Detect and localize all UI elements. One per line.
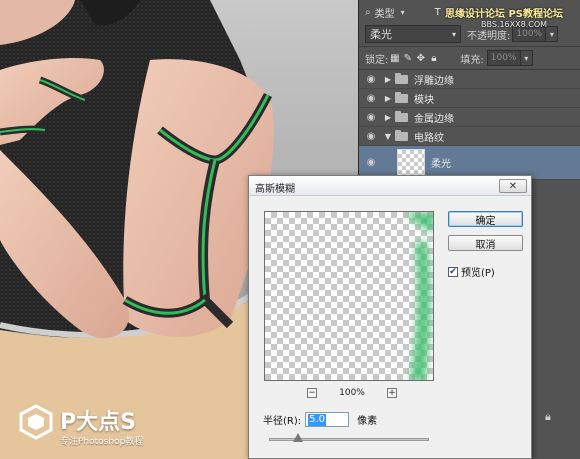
layer-lock-icon: 🔒︎ (545, 410, 551, 423)
expand-triangle-icon[interactable]: ▶ (383, 94, 393, 103)
search-icon[interactable]: ⌕ (365, 7, 371, 18)
blend-mode-dropdown[interactable]: 柔光 ▾ (365, 25, 461, 43)
expand-triangle-icon[interactable]: ▶ (383, 113, 393, 122)
lock-brush-icon[interactable]: ✎ (401, 53, 414, 64)
layer-row[interactable]: ◉ ▶ 金属边缘 (359, 108, 580, 127)
brand-tagline: 专注Photoshop教程 (60, 437, 144, 447)
radius-value: 5.0 (308, 413, 327, 426)
folder-open-icon (395, 129, 408, 141)
lock-row: 锁定: ▦ ✎ ✥ 🔒︎ 填充: 100% ▾ (359, 49, 580, 67)
visibility-eye-icon[interactable]: ◉ (359, 131, 383, 142)
lock-transparent-icon[interactable]: ▦ (388, 53, 401, 64)
radius-label: 半径(R): (263, 416, 302, 427)
zoom-controls: − 100% + (307, 386, 397, 400)
layer-filter-row: ⌕ 类型 ▾ T 思缘设计论坛 PS教程论坛 (359, 3, 580, 21)
preview-label: 预览(P) (461, 268, 495, 279)
preview-checkbox[interactable]: ✔ 预览(P) (448, 264, 495, 279)
visibility-eye-icon[interactable]: ◉ (359, 93, 383, 104)
layer-thumbnail (397, 148, 425, 177)
filter-kind-label[interactable]: 类型 (375, 5, 395, 20)
collapse-triangle-icon[interactable]: ▼ (383, 132, 393, 141)
layer-name: 模块 (414, 94, 434, 106)
layer-name: 金属边缘 (414, 113, 454, 125)
fill-label: 填充: (460, 54, 484, 66)
checkbox-check-icon[interactable]: ✔ (448, 266, 458, 277)
fill-dropdown-icon[interactable]: ▾ (520, 50, 533, 66)
layer-row[interactable]: ◉ ▼ 电路纹 (359, 127, 580, 146)
blend-row: 柔光 ▾ 不透明度: 100% ▾ BBS.16XX8.COM (359, 20, 580, 44)
folder-icon (395, 91, 408, 103)
text-filter-icon[interactable]: T (435, 7, 441, 18)
visibility-eye-icon[interactable]: ◉ (359, 74, 383, 85)
chevron-down-icon[interactable]: ▾ (401, 8, 405, 17)
layer-row[interactable]: ◉ ▶ 模块 (359, 89, 580, 108)
brand-logo: P大点S 专注Photoshop教程 (18, 404, 148, 450)
opacity-dropdown-icon[interactable]: ▾ (546, 26, 559, 42)
cancel-button[interactable]: 取消 (448, 235, 523, 251)
expand-triangle-icon[interactable]: ▶ (383, 75, 393, 84)
visibility-eye-icon[interactable]: ◉ (359, 157, 383, 168)
folder-icon (395, 110, 408, 122)
lock-move-icon[interactable]: ✥ (414, 53, 427, 64)
watermark-text: 思缘设计论坛 PS教程论坛 (445, 9, 564, 20)
blend-mode-value: 柔光 (370, 28, 392, 41)
layer-name: 电路纹 (414, 132, 444, 144)
fill-input[interactable]: 100% (486, 50, 521, 66)
divider (359, 46, 580, 47)
radius-row: 半径(R): 5.0 像素 (263, 412, 377, 427)
layer-name: 浮雕边缘 (414, 75, 454, 87)
zoom-level: 100% (339, 388, 365, 398)
gaussian-blur-dialog: 高斯模糊 ✕ − 100% + 确定 取消 ✔ 预览(P) 半径(R): 5.0… (248, 175, 532, 459)
dialog-title: 高斯模糊 (255, 184, 295, 195)
radius-unit: 像素 (357, 416, 378, 427)
radius-input[interactable]: 5.0 (305, 412, 350, 427)
chevron-down-icon: ▾ (451, 29, 456, 39)
brand-name: P大点S (60, 410, 136, 435)
folder-icon (395, 72, 408, 84)
lock-all-icon[interactable]: 🔒︎ (427, 53, 440, 64)
preview-image (405, 212, 433, 380)
zoom-out-button[interactable]: − (307, 388, 317, 398)
watermark-url: BBS.16XX8.COM (481, 20, 548, 29)
blur-preview[interactable] (264, 211, 434, 381)
layer-name: 柔光 (431, 159, 451, 170)
brand-hexagon-icon (19, 404, 53, 440)
layer-row[interactable]: ◉ ▶ 浮雕边缘 (359, 70, 580, 89)
radius-slider-thumb[interactable] (292, 433, 303, 442)
dialog-titlebar[interactable]: 高斯模糊 ✕ (249, 176, 531, 196)
close-button[interactable]: ✕ (499, 179, 527, 193)
lock-label: 锁定: (365, 54, 389, 66)
zoom-in-button[interactable]: + (386, 388, 397, 398)
visibility-eye-icon[interactable]: ◉ (359, 112, 383, 123)
ok-button[interactable]: 确定 (448, 211, 523, 227)
